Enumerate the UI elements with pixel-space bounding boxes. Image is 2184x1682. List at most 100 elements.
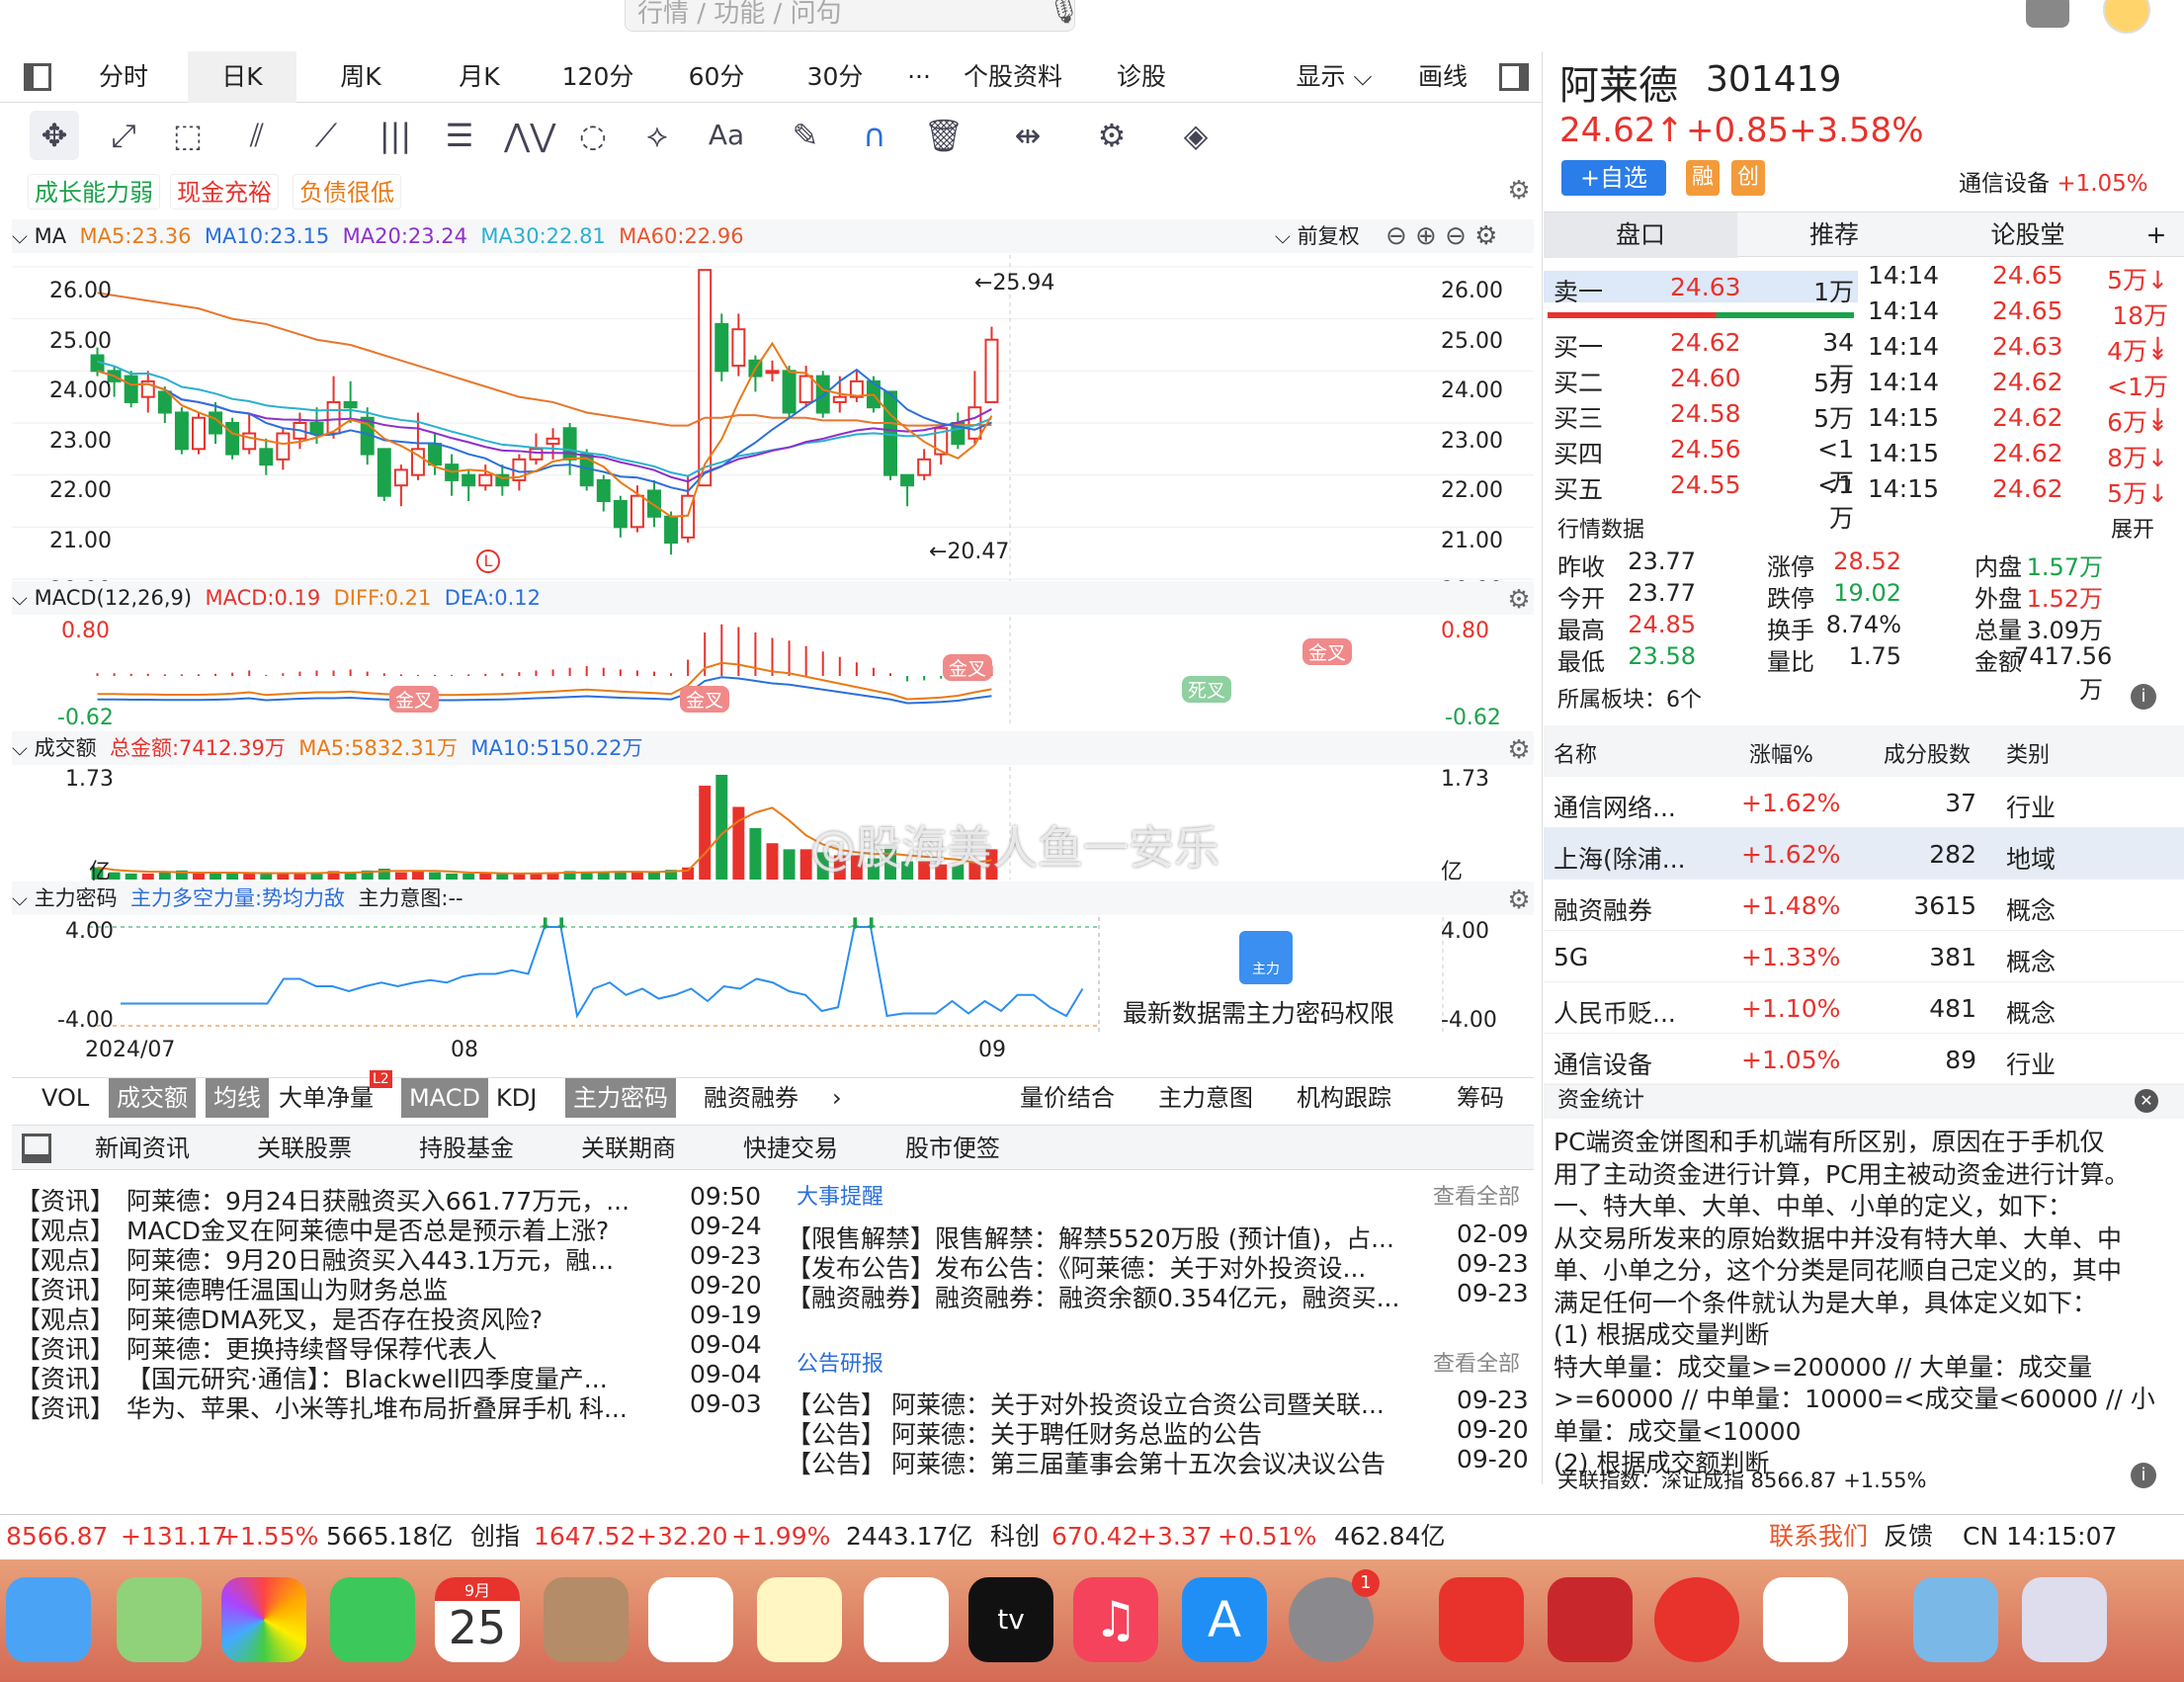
fib-icon[interactable]: ☰ — [435, 111, 484, 160]
contacts-icon[interactable] — [544, 1577, 629, 1662]
tab-120min[interactable]: 120分 — [544, 51, 652, 103]
ind-tab-mainforce[interactable]: 主力密码 — [565, 1078, 676, 1118]
chevron-down-icon[interactable]: ⌵ — [12, 886, 28, 910]
zoom-controls[interactable]: ⊖ ⊕ ⊖ ⚙ — [1386, 219, 1497, 253]
tag-cash[interactable]: 现金充裕 — [170, 174, 279, 210]
tab-stock-profile[interactable]: 个股资料 — [949, 51, 1077, 103]
sector-col-header[interactable]: 名称 — [1554, 737, 1597, 769]
chinext-label[interactable]: 创指 — [470, 1515, 520, 1558]
music-icon[interactable]: ♫ — [1073, 1577, 1158, 1662]
gann-icon[interactable]: ⟡ — [632, 111, 682, 160]
news-tab[interactable]: 快捷交易 — [743, 1126, 838, 1171]
mail-icon[interactable] — [6, 1577, 91, 1662]
collapse-icon[interactable] — [22, 1134, 51, 1163]
ind-tab-ma[interactable]: 均线 — [206, 1078, 269, 1118]
tab-monthly-k[interactable]: 月K — [425, 51, 534, 103]
news-tab[interactable]: 持股基金 — [419, 1126, 514, 1171]
channel-icon[interactable]: ⟋ — [301, 111, 351, 160]
add-watchlist-button[interactable]: +自选 — [1561, 160, 1666, 196]
feedback-link[interactable]: 反馈 — [1884, 1515, 1933, 1558]
news-tab[interactable]: 关联股票 — [257, 1126, 352, 1171]
candlestick-chart[interactable] — [12, 255, 1534, 581]
video-player-icon[interactable] — [1763, 1577, 1848, 1662]
ind-tab-institution[interactable]: 机构跟踪 — [1297, 1078, 1391, 1118]
info-icon[interactable]: i — [2131, 684, 2156, 710]
lock-text[interactable]: 最新数据需主力密码权限 — [1123, 994, 1394, 1030]
tag-growth[interactable]: 成长能力弱 — [28, 174, 160, 210]
contact-link[interactable]: 联系我们 — [1769, 1515, 1868, 1558]
lock-icon[interactable]: 主力 — [1239, 931, 1293, 984]
tonghuashun-icon[interactable] — [1439, 1577, 1524, 1662]
expand-icon[interactable]: ⇹ — [1003, 111, 1052, 160]
trash-icon[interactable] — [2022, 1577, 2107, 1662]
sector-col-header[interactable]: 成分股数 — [1884, 737, 1971, 769]
add-tab-icon[interactable]: + — [2137, 212, 2176, 258]
sidebar-toggle-icon[interactable] — [18, 51, 57, 103]
ind-tab-kdj[interactable]: KDJ — [496, 1078, 537, 1118]
sector-col-header[interactable]: 类别 — [2006, 737, 2050, 769]
margin-badge[interactable]: 融 — [1686, 160, 1720, 196]
calendar-icon[interactable]: 9月 25 — [435, 1577, 520, 1662]
tab-intraday[interactable]: 分时 — [79, 51, 168, 103]
gear-icon[interactable]: ⚙ — [1504, 176, 1534, 206]
volume-chart[interactable] — [12, 767, 1534, 880]
chevron-down-icon[interactable]: ⌵ — [12, 736, 28, 760]
gear-icon[interactable]: ⚙ — [1504, 585, 1534, 615]
see-all-link[interactable]: 查看全部 — [1433, 1179, 1520, 1211]
netease-music-icon[interactable] — [1654, 1577, 1739, 1662]
sector-row[interactable] — [1544, 931, 2184, 982]
macd-chart[interactable] — [12, 617, 1534, 725]
adjust-dropdown[interactable]: ⌵ 前复权 — [1275, 219, 1360, 253]
layers-icon[interactable]: ◈ — [1171, 111, 1220, 160]
freeform-icon[interactable] — [864, 1577, 949, 1662]
reminders-icon[interactable] — [648, 1577, 733, 1662]
magnet-icon[interactable]: ∩ — [850, 111, 899, 160]
downloads-folder-icon[interactable] — [1913, 1577, 1998, 1662]
search-input[interactable]: 行情 / 功能 / 问句 — [625, 0, 1075, 32]
panel-toggle-icon[interactable] — [1494, 51, 1534, 103]
ind-tab-pricevol[interactable]: 量价结合 — [1020, 1078, 1115, 1118]
fan-icon[interactable]: ⫽ — [232, 111, 282, 160]
ind-tab-intent[interactable]: 主力意图 — [1158, 1078, 1253, 1118]
text-icon[interactable]: Aa — [702, 111, 751, 160]
rect-icon[interactable]: ⬚ — [163, 111, 212, 160]
chevron-down-icon[interactable]: ⌵ — [12, 586, 28, 610]
draw-button[interactable]: 画线 — [1403, 51, 1482, 103]
facetime-icon[interactable] — [330, 1577, 415, 1662]
user-avatar-icon[interactable] — [2026, 0, 2069, 28]
gear-icon[interactable]: ⚙ — [1504, 885, 1534, 915]
tab-orderbook[interactable]: 盘口 — [1544, 212, 1737, 258]
display-button[interactable]: 显示 ⌵ — [1285, 51, 1384, 103]
tab-forum[interactable]: 论股堂 — [1931, 212, 2125, 258]
see-all-link[interactable]: 查看全部 — [1433, 1346, 1520, 1378]
tab-daily-k[interactable]: 日K — [188, 51, 296, 103]
photos-icon[interactable] — [221, 1577, 306, 1662]
maps-icon[interactable] — [117, 1577, 202, 1662]
wave-icon[interactable]: ⋀⋁ — [504, 111, 556, 160]
notes-icon[interactable] — [757, 1577, 842, 1662]
vertical-lines-icon[interactable]: ||| — [371, 111, 420, 160]
ind-tab-amount[interactable]: 成交额 — [109, 1078, 196, 1118]
gear-icon[interactable]: ⚙ — [1504, 735, 1534, 765]
mic-icon[interactable]: 🎙 — [1048, 0, 1080, 26]
star-label[interactable]: 科创 — [990, 1515, 1040, 1558]
chevron-down-icon[interactable]: ⌵ — [12, 224, 28, 248]
tab-60min[interactable]: 60分 — [662, 51, 771, 103]
poker-icon[interactable] — [1548, 1577, 1633, 1662]
tv-icon[interactable]: tv — [968, 1577, 1053, 1662]
pen-icon[interactable]: ✎ — [781, 111, 830, 160]
settings-icon[interactable]: ⚙ — [1087, 111, 1136, 160]
index-value[interactable]: 8566.87 — [6, 1515, 108, 1558]
chinext-badge[interactable]: 创 — [1731, 160, 1765, 196]
close-icon[interactable]: ✕ — [2135, 1089, 2158, 1113]
appstore-icon[interactable]: A — [1182, 1577, 1267, 1662]
tag-debt[interactable]: 负债很低 — [293, 174, 401, 210]
event-title[interactable]: 融资融券：融资余额0.354亿元，融资买... — [935, 1279, 1429, 1314]
sector-col-header[interactable]: 涨幅% — [1749, 737, 1813, 769]
ind-tab-margin[interactable]: 融资融券 — [704, 1078, 798, 1118]
notice-title[interactable]: 阿莱德：第三届董事会第十五次会议决议公告 — [891, 1445, 1425, 1480]
ind-tab-macd[interactable]: MACD — [401, 1078, 488, 1118]
ind-tab-vol[interactable]: VOL — [42, 1078, 89, 1118]
trash-icon[interactable]: 🗑 — [919, 111, 968, 160]
cycle-icon[interactable]: ◌ — [568, 111, 618, 160]
